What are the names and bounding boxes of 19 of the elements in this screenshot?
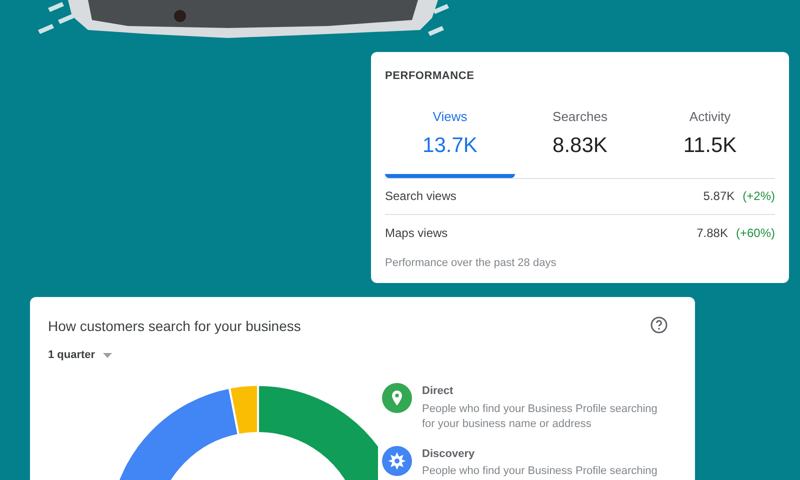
metric-tab[interactable]: Activity 11.5K	[645, 104, 775, 178]
legend-description: People who find your Business Profile searching for your business name or address	[422, 402, 658, 432]
card-title: PERFORMANCE	[385, 69, 476, 84]
metric-value: 7.88K	[696, 224, 728, 242]
change-percent: (+2%)	[742, 188, 775, 205]
metric-label: Search views	[385, 188, 456, 205]
metric-label: Maps views	[385, 224, 448, 242]
footnote: Performance over the past 28 days	[385, 256, 558, 270]
period-dropdown[interactable]: 1 quarter	[48, 347, 112, 364]
metric-tab[interactable]: Searches 8.83K	[515, 104, 645, 178]
metric-tab[interactable]: Views 13.7K	[385, 104, 515, 178]
legend-description: People who find your Business Profile searching	[422, 464, 658, 479]
help-icon[interactable]	[650, 316, 668, 334]
legend-title: Direct	[422, 384, 454, 399]
card-title: How customers search for your business	[48, 317, 301, 336]
change-percent: (+60%)	[736, 224, 775, 242]
caret-icon	[103, 352, 112, 358]
metric-value: 5.87K	[703, 188, 735, 205]
legend-title: Discovery	[422, 446, 476, 462]
